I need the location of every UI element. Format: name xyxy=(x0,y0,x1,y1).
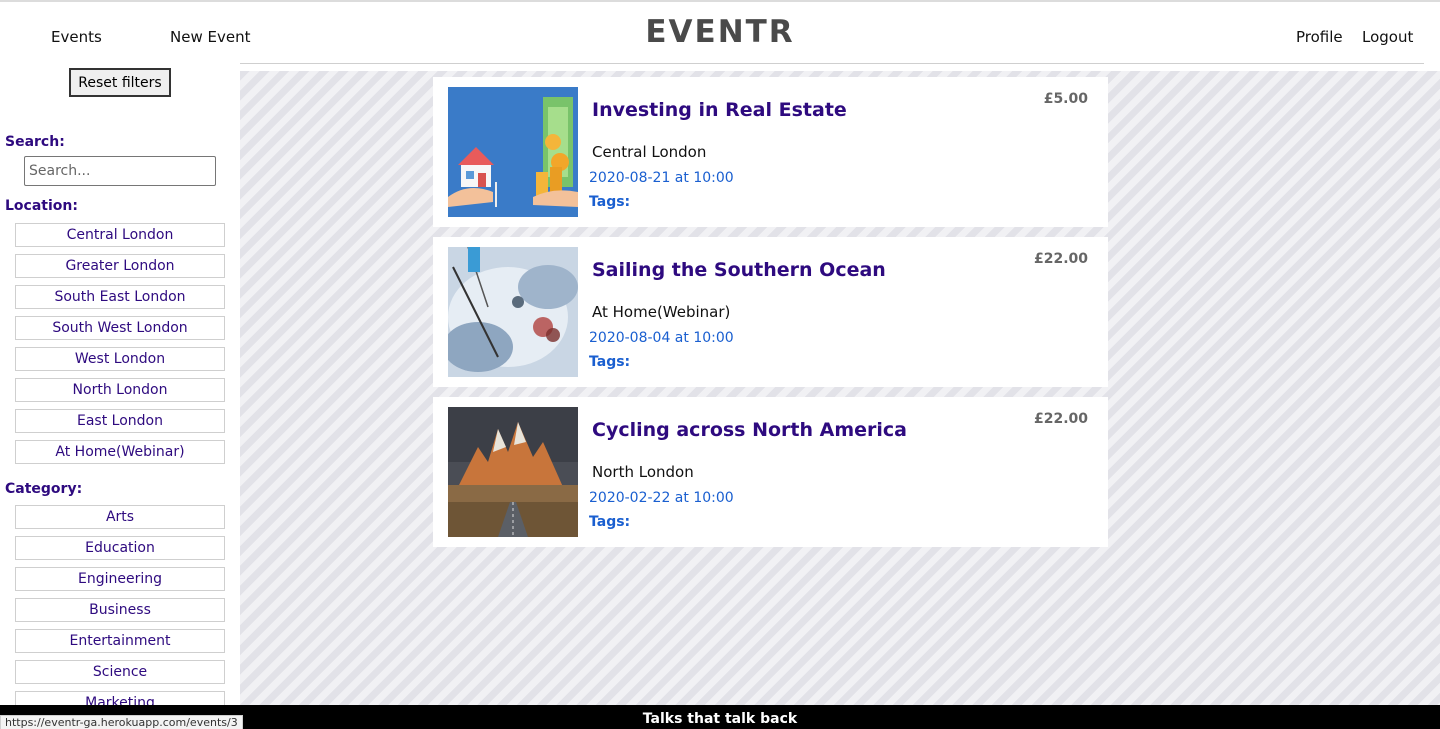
location-filter-west-london[interactable]: West London xyxy=(15,347,225,371)
location-filter-south-east-london[interactable]: South East London xyxy=(15,285,225,309)
event-date: 2020-08-21 at 10:00 xyxy=(589,170,734,186)
filter-sidebar: Reset filters Search: Location: Central … xyxy=(0,63,240,715)
nav-logout-link[interactable]: Logout xyxy=(1362,28,1413,46)
event-title[interactable]: Cycling across North America xyxy=(592,419,907,441)
reset-filters-button[interactable]: Reset filters xyxy=(69,68,171,97)
event-list: Investing in Real Estate Central London … xyxy=(240,71,1440,705)
event-date: 2020-02-22 at 10:00 xyxy=(589,490,734,506)
event-location: At Home(Webinar) xyxy=(592,303,731,321)
search-input[interactable] xyxy=(24,156,216,186)
event-location: Central London xyxy=(592,143,707,161)
location-filter-central-london[interactable]: Central London xyxy=(15,223,225,247)
sailing-image[interactable] xyxy=(448,247,578,377)
location-filter-north-london[interactable]: North London xyxy=(15,378,225,402)
event-price: £22.00 xyxy=(1033,251,1088,267)
status-bar-url: https://eventr-ga.herokuapp.com/events/3 xyxy=(0,715,243,729)
event-date: 2020-08-04 at 10:00 xyxy=(589,330,734,346)
top-nav: Events New Event EVENTR Profile Logout xyxy=(0,0,1440,64)
event-tags-label: Tags: xyxy=(589,514,631,530)
category-heading: Category: xyxy=(5,481,83,497)
event-title[interactable]: Investing in Real Estate xyxy=(592,99,847,121)
brand-logo[interactable]: EVENTR xyxy=(0,14,1440,50)
event-card[interactable]: Investing in Real Estate Central London … xyxy=(433,77,1108,227)
search-heading: Search: xyxy=(5,134,65,150)
category-filter-science[interactable]: Science xyxy=(15,660,225,684)
real-estate-image[interactable] xyxy=(448,87,578,217)
mountain-road-image[interactable] xyxy=(448,407,578,537)
location-filter-at-home-webinar[interactable]: At Home(Webinar) xyxy=(15,440,225,464)
event-tags-label: Tags: xyxy=(589,194,631,210)
category-filter-arts[interactable]: Arts xyxy=(15,505,225,529)
category-filter-business[interactable]: Business xyxy=(15,598,225,622)
event-price: £5.00 xyxy=(1043,91,1088,107)
nav-profile-link[interactable]: Profile xyxy=(1296,28,1343,46)
location-filter-south-west-london[interactable]: South West London xyxy=(15,316,225,340)
location-filter-greater-london[interactable]: Greater London xyxy=(15,254,225,278)
category-filter-engineering[interactable]: Engineering xyxy=(15,567,225,591)
footer-tagline: Talks that talk back xyxy=(642,711,798,727)
location-filter-east-london[interactable]: East London xyxy=(15,409,225,433)
category-filter-entertainment[interactable]: Entertainment xyxy=(15,629,225,653)
event-location: North London xyxy=(592,463,694,481)
event-price: £22.00 xyxy=(1033,411,1088,427)
event-title[interactable]: Sailing the Southern Ocean xyxy=(592,259,886,281)
event-card[interactable]: Sailing the Southern Ocean At Home(Webin… xyxy=(433,237,1108,387)
event-card[interactable]: Cycling across North America North Londo… xyxy=(433,397,1108,547)
location-heading: Location: xyxy=(5,198,78,214)
category-filter-education[interactable]: Education xyxy=(15,536,225,560)
event-tags-label: Tags: xyxy=(589,354,631,370)
